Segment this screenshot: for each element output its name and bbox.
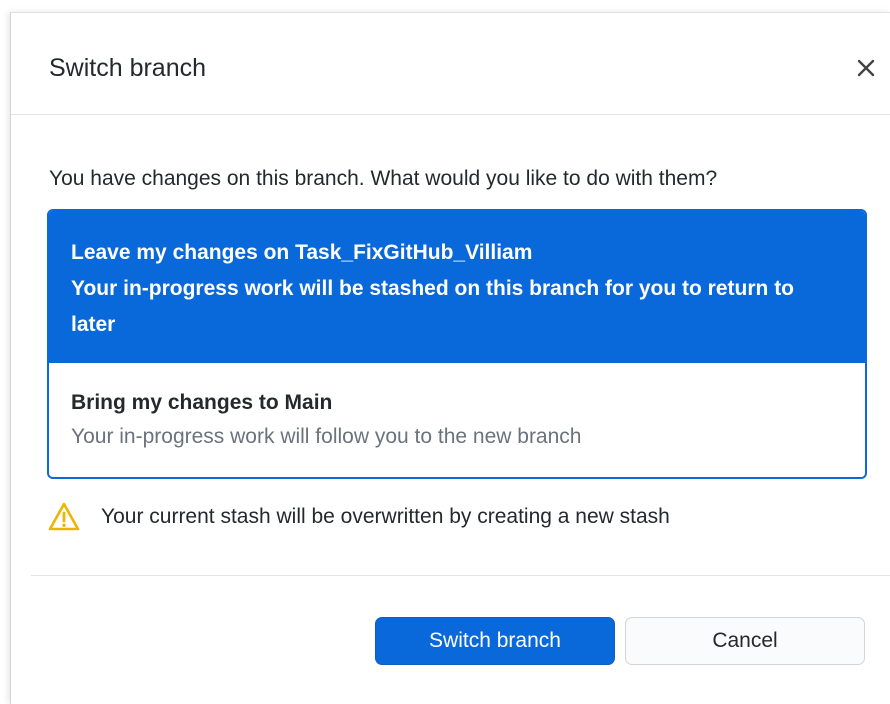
option-title: Leave my changes on Task_FixGitHub_Villi…	[71, 241, 533, 264]
dialog-prompt: You have changes on this branch. What wo…	[49, 167, 718, 190]
option-title: Bring my changes to Main	[71, 391, 333, 414]
warning-icon	[48, 502, 80, 531]
option-description: Your in-progress work will follow you to…	[71, 425, 582, 448]
dialog-header: Switch branch	[11, 13, 890, 115]
branch-options-group: Leave my changes on Task_FixGitHub_Villi…	[47, 209, 867, 479]
close-button[interactable]	[851, 53, 881, 83]
switch-branch-button[interactable]: Switch branch	[375, 617, 615, 665]
dialog-title: Switch branch	[49, 54, 207, 82]
footer-divider	[31, 575, 890, 576]
stash-warning: Your current stash will be overwritten b…	[47, 499, 670, 535]
screen: Switch branch You have changes on this b…	[0, 0, 890, 704]
close-icon	[857, 59, 875, 77]
cancel-button[interactable]: Cancel	[625, 617, 865, 665]
option-leave-changes[interactable]: Leave my changes on Task_FixGitHub_Villi…	[49, 211, 865, 363]
option-bring-changes[interactable]: Bring my changes to Main Your in-progres…	[49, 363, 865, 477]
option-description: Your in-progress work will be stashed on…	[71, 277, 795, 336]
switch-branch-dialog: Switch branch You have changes on this b…	[10, 12, 890, 704]
warning-text: Your current stash will be overwritten b…	[101, 505, 670, 528]
